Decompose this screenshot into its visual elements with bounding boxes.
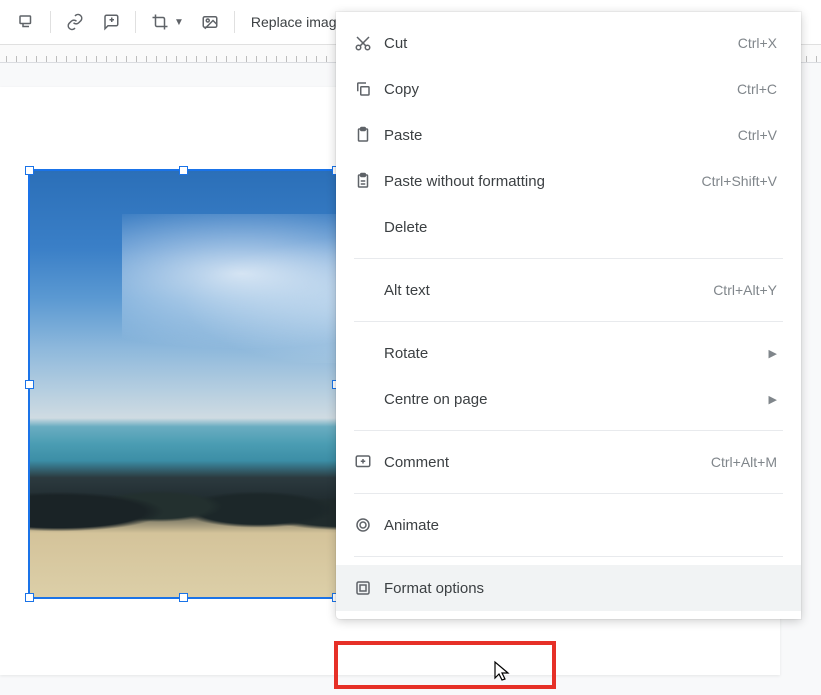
menu-shortcut: Ctrl+C — [737, 81, 777, 97]
menu-item-rotate[interactable]: Rotate ▶ — [336, 330, 801, 376]
menu-item-centre-on-page[interactable]: Centre on page ▶ — [336, 376, 801, 422]
menu-label: Copy — [384, 81, 737, 98]
image-placeholder — [30, 171, 336, 597]
copy-icon — [354, 80, 384, 98]
submenu-arrow-icon: ▶ — [769, 347, 777, 360]
menu-item-paste[interactable]: Paste Ctrl+V — [336, 112, 801, 158]
toolbar-separator — [50, 11, 51, 33]
menu-label: Cut — [384, 35, 738, 52]
menu-label: Paste — [384, 127, 738, 144]
resize-handle-tm[interactable] — [179, 166, 188, 175]
menu-divider — [354, 493, 783, 494]
menu-label: Rotate — [384, 345, 769, 362]
toolbar-separator — [135, 11, 136, 33]
menu-divider — [354, 430, 783, 431]
menu-label: Comment — [384, 454, 711, 471]
menu-divider — [354, 321, 783, 322]
link-icon[interactable] — [57, 4, 93, 40]
menu-divider — [354, 258, 783, 259]
menu-label: Delete — [384, 219, 777, 236]
resize-handle-tl[interactable] — [25, 166, 34, 175]
menu-shortcut: Ctrl+Shift+V — [702, 173, 777, 189]
menu-label: Alt text — [384, 282, 713, 299]
menu-shortcut: Ctrl+X — [738, 35, 777, 51]
resize-handle-bl[interactable] — [25, 593, 34, 602]
mask-image-icon[interactable] — [192, 4, 228, 40]
toolbar-separator — [234, 11, 235, 33]
menu-item-comment[interactable]: Comment Ctrl+Alt+M — [336, 439, 801, 485]
menu-item-alt-text[interactable]: Alt text Ctrl+Alt+Y — [336, 267, 801, 313]
menu-shortcut: Ctrl+V — [738, 127, 777, 143]
menu-divider — [354, 556, 783, 557]
crop-icon[interactable] — [142, 4, 178, 40]
add-comment-icon — [354, 453, 384, 471]
paste-plain-icon — [354, 172, 384, 190]
resize-handle-ml[interactable] — [25, 380, 34, 389]
paint-format-icon[interactable] — [8, 4, 44, 40]
menu-label: Centre on page — [384, 391, 769, 408]
animate-icon — [354, 516, 384, 534]
comment-icon[interactable] — [93, 4, 129, 40]
crop-dropdown-arrow[interactable]: ▼ — [174, 17, 192, 28]
cut-icon — [354, 34, 384, 52]
submenu-arrow-icon: ▶ — [769, 393, 777, 406]
selected-image[interactable] — [28, 169, 338, 599]
menu-item-copy[interactable]: Copy Ctrl+C — [336, 66, 801, 112]
menu-item-delete[interactable]: Delete — [336, 204, 801, 250]
menu-item-animate[interactable]: Animate — [336, 502, 801, 548]
format-options-icon — [354, 579, 384, 597]
resize-handle-bm[interactable] — [179, 593, 188, 602]
paste-icon — [354, 126, 384, 144]
menu-label: Paste without formatting — [384, 173, 702, 190]
menu-shortcut: Ctrl+Alt+M — [711, 454, 777, 470]
menu-item-cut[interactable]: Cut Ctrl+X — [336, 20, 801, 66]
menu-item-format-options[interactable]: Format options — [336, 565, 801, 611]
menu-item-paste-without-formatting[interactable]: Paste without formatting Ctrl+Shift+V — [336, 158, 801, 204]
menu-label: Format options — [384, 580, 777, 597]
context-menu: Cut Ctrl+X Copy Ctrl+C Paste Ctrl+V Past… — [336, 12, 801, 619]
menu-label: Animate — [384, 517, 777, 534]
menu-shortcut: Ctrl+Alt+Y — [713, 282, 777, 298]
